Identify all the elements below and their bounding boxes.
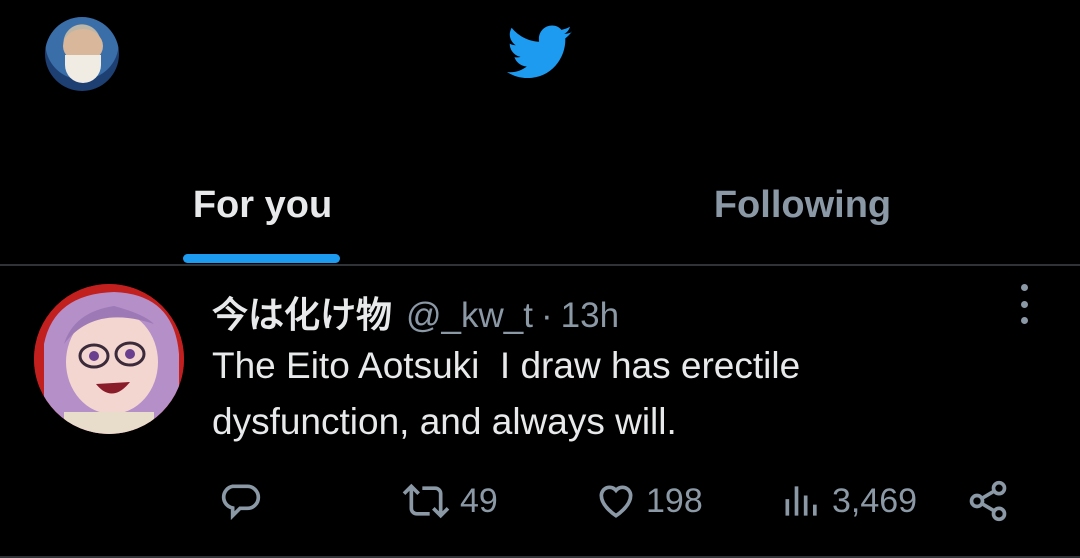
- tab-for-you[interactable]: For you: [150, 180, 375, 230]
- reply-button[interactable]: [218, 479, 262, 523]
- tweet-text: The Eito Aotsuki I draw has erectile dys…: [212, 345, 811, 442]
- views-icon: [785, 486, 817, 516]
- author-avatar[interactable]: [34, 284, 184, 434]
- more-dot: [1020, 300, 1028, 308]
- author-display-name[interactable]: 今は化け物: [212, 286, 392, 338]
- views-button[interactable]: 3,469: [780, 479, 917, 523]
- share-icon: [969, 480, 1007, 522]
- avatar-beard: [65, 55, 101, 83]
- more-dot: [1020, 284, 1028, 291]
- like-button[interactable]: 198: [594, 479, 703, 523]
- retweet-icon: [402, 483, 450, 519]
- author-avatar-illustration: [34, 284, 184, 434]
- twitter-bird-icon[interactable]: [507, 25, 573, 81]
- tweet-header: 今は化け物 @_kw_t · 13h: [212, 286, 619, 335]
- top-bar: [0, 0, 1080, 150]
- share-button[interactable]: [966, 479, 1010, 523]
- retweet-button[interactable]: 49: [400, 479, 498, 523]
- profile-avatar[interactable]: [45, 17, 119, 91]
- retweet-count: 49: [460, 481, 498, 520]
- more-options-icon[interactable]: [1012, 284, 1036, 324]
- tab-following[interactable]: Following: [690, 180, 915, 230]
- separator-dot: ·: [540, 296, 553, 335]
- timeline-tabs: For you Following: [0, 150, 1080, 265]
- heart-icon: [599, 485, 633, 518]
- tweet[interactable]: 今は化け物 @_kw_t · 13h The Eito Aotsuki I dr…: [0, 266, 1080, 558]
- reply-icon: [221, 484, 261, 521]
- tweet-actions: 49 198 3,469: [0, 471, 1080, 531]
- active-tab-indicator: [183, 254, 340, 263]
- tweet-timestamp[interactable]: 13h: [561, 296, 619, 336]
- views-count: 3,469: [832, 481, 918, 520]
- more-dot: [1020, 317, 1028, 324]
- like-count: 198: [646, 481, 703, 520]
- author-handle[interactable]: @_kw_t: [406, 296, 533, 336]
